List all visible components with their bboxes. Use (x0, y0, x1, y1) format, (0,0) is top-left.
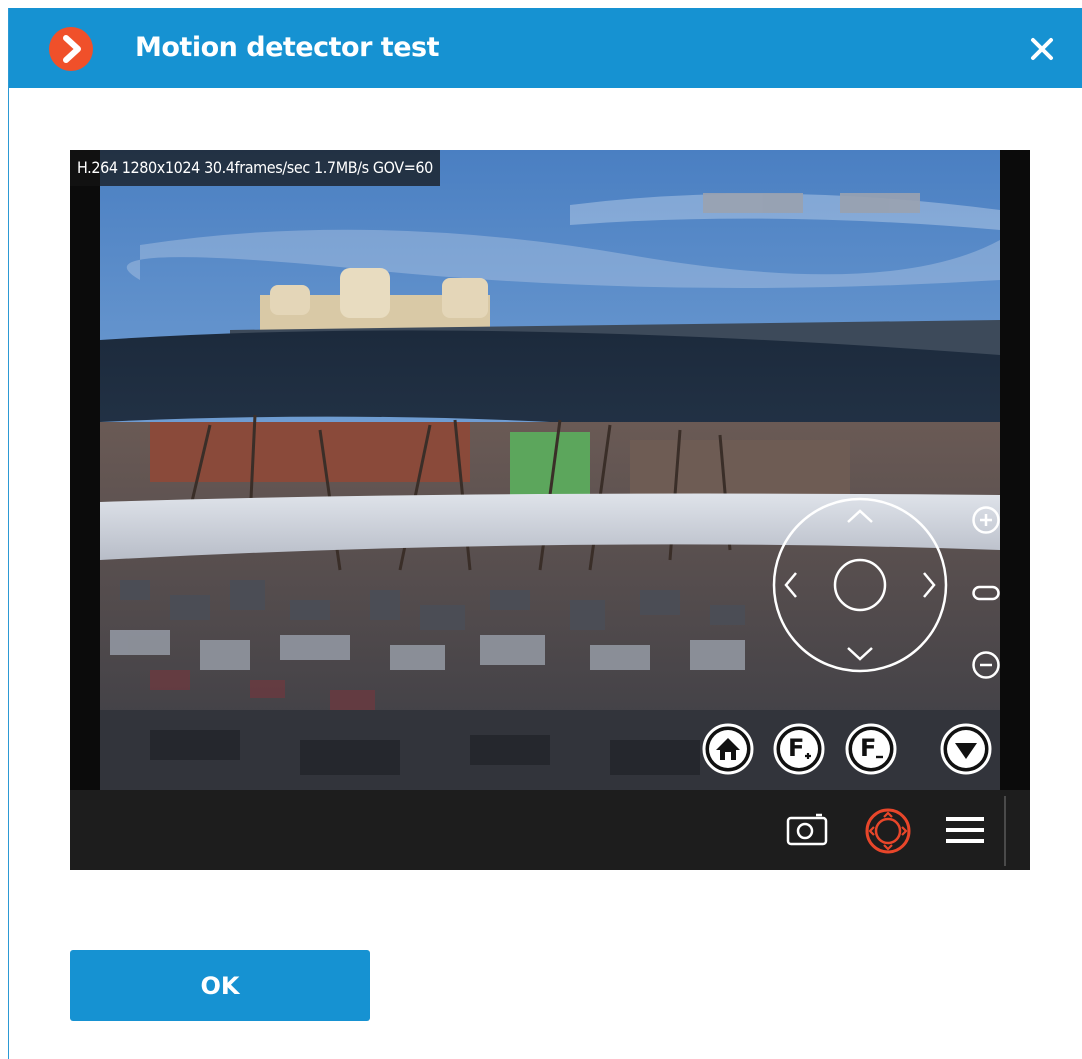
arrow-left-icon[interactable] (784, 572, 797, 598)
home-icon[interactable] (702, 723, 754, 775)
app-logo-icon (49, 27, 93, 71)
video-panel: H.264 1280x1024 30.4frames/sec 1.7MB/s G… (70, 150, 1030, 870)
menu-icon[interactable] (943, 810, 987, 850)
zoom-reset-icon[interactable] (971, 578, 1001, 608)
ptz-control-icon[interactable] (863, 806, 913, 856)
focus-minus-button[interactable]: F (845, 723, 897, 775)
focus-minus-label: F (860, 734, 877, 762)
arrow-right-icon[interactable] (923, 572, 936, 598)
collapse-icon[interactable] (940, 723, 992, 775)
ok-button[interactable]: OK (70, 950, 370, 1021)
stream-info-overlay: H.264 1280x1024 30.4frames/sec 1.7MB/s G… (70, 150, 440, 186)
zoom-in-icon[interactable] (971, 505, 1001, 535)
dialog-title: Motion detector test (135, 32, 439, 63)
video-toolbar (70, 790, 1030, 870)
camera-video-frame (70, 150, 1030, 790)
ptz-center-icon[interactable] (833, 558, 887, 612)
toolbar-divider (1004, 796, 1006, 866)
zoom-out-icon[interactable] (971, 650, 1001, 680)
ptz-joystick[interactable] (770, 495, 950, 675)
close-button[interactable] (1027, 34, 1057, 64)
dialog-titlebar: Motion detector test (9, 8, 1082, 88)
focus-plus-label: F (788, 734, 805, 762)
arrow-down-icon[interactable] (847, 647, 873, 661)
close-icon (1031, 38, 1053, 60)
arrow-up-icon[interactable] (847, 509, 873, 523)
snapshot-camera-icon[interactable] (783, 808, 831, 852)
motion-detector-test-dialog: Motion detector test H.264 1280x1024 30.… (8, 8, 1082, 1059)
focus-plus-button[interactable]: F (773, 723, 825, 775)
